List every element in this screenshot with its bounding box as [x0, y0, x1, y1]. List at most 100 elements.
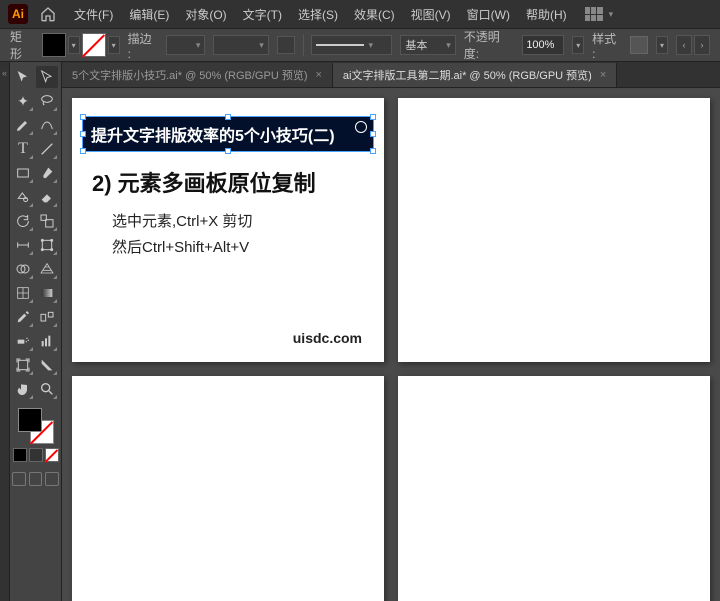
graph-tool[interactable] [36, 330, 58, 352]
menu-file[interactable]: 文件(F) [68, 2, 119, 27]
perspective-tool[interactable] [36, 258, 58, 280]
stroke-align-button[interactable] [277, 36, 295, 54]
close-icon[interactable]: × [315, 69, 321, 81]
artboard-body-text-1[interactable]: 选中元素,Ctrl+X 剪切 [112, 210, 252, 231]
panel-next-button[interactable]: › [694, 35, 710, 55]
opacity-dropdown[interactable] [572, 36, 584, 54]
pen-tool[interactable] [12, 114, 34, 136]
color-mode-solid[interactable] [13, 448, 27, 462]
eraser-tool[interactable] [36, 186, 58, 208]
resize-handle[interactable] [80, 148, 86, 154]
home-icon[interactable] [40, 6, 56, 22]
brush-preset-dropdown[interactable]: 基本▾ [400, 35, 455, 55]
fill-stroke-editor[interactable] [18, 408, 54, 444]
color-mode-none[interactable] [45, 448, 59, 462]
gradient-tool[interactable] [36, 282, 58, 304]
resize-handle[interactable] [80, 114, 86, 120]
workspace: 5个文字排版小技巧.ai* @ 50% (RGB/GPU 预览) × ai文字排… [62, 62, 720, 601]
magic-wand-tool[interactable]: ✦ [12, 90, 34, 112]
rotate-tool[interactable] [12, 210, 34, 232]
menu-view[interactable]: 视图(V) [405, 2, 457, 27]
fill-dropdown[interactable] [68, 36, 80, 54]
fill-swatch[interactable] [42, 33, 66, 57]
tab-title: 5个文字排版小技巧.ai* @ 50% (RGB/GPU 预览) [72, 67, 307, 83]
artboard-heading-text[interactable]: 2) 元素多画板原位复制 [92, 166, 316, 198]
artboard-4[interactable] [398, 376, 710, 601]
canvas[interactable]: 提升文字排版效率的5个小技巧(二) 2) 元素多画板原位复制 选中元素,Ctrl… [62, 88, 720, 601]
width-tool[interactable] [12, 234, 34, 256]
document-tab-2[interactable]: ai文字排版工具第二期.ai* @ 50% (RGB/GPU 预览) × [333, 63, 617, 87]
artboard-2[interactable] [398, 98, 710, 362]
panel-collapse-gutter[interactable]: « [0, 62, 10, 601]
zoom-tool[interactable] [36, 378, 58, 400]
line-tool[interactable] [36, 138, 58, 160]
artboard-body-text-2[interactable]: 然后Ctrl+Shift+Alt+V [112, 236, 249, 257]
menu-type[interactable]: 文字(T) [237, 2, 288, 27]
rectangle-tool[interactable] [12, 162, 34, 184]
stroke-dropdown[interactable] [108, 36, 120, 54]
draw-inside-mode[interactable] [45, 472, 59, 486]
rotation-handle-icon[interactable] [355, 121, 367, 133]
opacity-input[interactable] [522, 35, 564, 55]
blend-tool[interactable] [36, 306, 58, 328]
artboard-3[interactable] [72, 376, 384, 601]
opacity-label: 不透明度: [464, 28, 515, 62]
resize-handle[interactable] [225, 148, 231, 154]
menu-help[interactable]: 帮助(H) [520, 2, 573, 27]
brush-dropdown[interactable]: ▾ [311, 35, 392, 55]
shape-builder-tool[interactable] [12, 258, 34, 280]
document-tab-1[interactable]: 5个文字排版小技巧.ai* @ 50% (RGB/GPU 预览) × [62, 63, 333, 87]
scale-tool[interactable] [36, 210, 58, 232]
fill-color[interactable] [18, 408, 42, 432]
variable-width-dropdown[interactable]: ▾ [213, 35, 268, 55]
draw-normal-mode[interactable] [12, 472, 26, 486]
resize-handle[interactable] [370, 148, 376, 154]
type-tool[interactable]: T [12, 138, 34, 160]
menu-object[interactable]: 对象(O) [179, 2, 232, 27]
chevron-down-icon[interactable]: ▾ [609, 9, 614, 20]
menu-edit[interactable]: 编辑(E) [123, 2, 175, 27]
stroke-label: 描边 : [128, 30, 158, 61]
artboard-tool[interactable] [12, 354, 34, 376]
collapse-icon: « [2, 68, 7, 601]
tab-title: ai文字排版工具第二期.ai* @ 50% (RGB/GPU 预览) [343, 67, 592, 83]
resize-handle[interactable] [80, 131, 86, 137]
close-icon[interactable]: × [600, 69, 606, 81]
style-swatch[interactable] [630, 36, 648, 54]
menubar: Ai 文件(F) 编辑(E) 对象(O) 文字(T) 选择(S) 效果(C) 视… [0, 0, 720, 28]
artboard-footer-text[interactable]: uisdc.com [293, 330, 362, 346]
curvature-tool[interactable] [36, 114, 58, 136]
direct-selection-tool[interactable] [36, 66, 58, 88]
resize-handle[interactable] [370, 131, 376, 137]
menu-effect[interactable]: 效果(C) [348, 2, 401, 27]
mesh-tool[interactable] [12, 282, 34, 304]
free-transform-tool[interactable] [36, 234, 58, 256]
resize-handle[interactable] [370, 114, 376, 120]
paintbrush-tool[interactable] [36, 162, 58, 184]
slice-tool[interactable] [36, 354, 58, 376]
selected-title-object[interactable]: 提升文字排版效率的5个小技巧(二) [82, 116, 374, 152]
document-tabstrip: 5个文字排版小技巧.ai* @ 50% (RGB/GPU 预览) × ai文字排… [62, 62, 720, 88]
menu-window[interactable]: 窗口(W) [461, 2, 516, 27]
active-tool-label: 矩形 [10, 28, 34, 62]
divider [303, 34, 304, 56]
workspace-switcher-icon[interactable] [585, 7, 603, 21]
draw-behind-mode[interactable] [29, 472, 43, 486]
shaper-tool[interactable] [12, 186, 34, 208]
hand-tool[interactable] [12, 378, 34, 400]
stroke-swatch[interactable] [82, 33, 106, 57]
resize-handle[interactable] [225, 114, 231, 120]
artboard-1[interactable]: 提升文字排版效率的5个小技巧(二) 2) 元素多画板原位复制 选中元素,Ctrl… [72, 98, 384, 362]
title-text: 提升文字排版效率的5个小技巧(二) [91, 128, 335, 145]
toolbox: ✦ T [10, 62, 62, 601]
app-logo: Ai [8, 4, 28, 24]
menu-select[interactable]: 选择(S) [292, 2, 344, 27]
lasso-tool[interactable] [36, 90, 58, 112]
color-mode-gradient[interactable] [29, 448, 43, 462]
selection-tool[interactable] [12, 66, 34, 88]
style-dropdown[interactable] [656, 36, 668, 54]
panel-prev-button[interactable]: ‹ [676, 35, 692, 55]
eyedropper-tool[interactable] [12, 306, 34, 328]
stroke-weight-dropdown[interactable]: ▾ [166, 35, 206, 55]
symbol-sprayer-tool[interactable] [12, 330, 34, 352]
